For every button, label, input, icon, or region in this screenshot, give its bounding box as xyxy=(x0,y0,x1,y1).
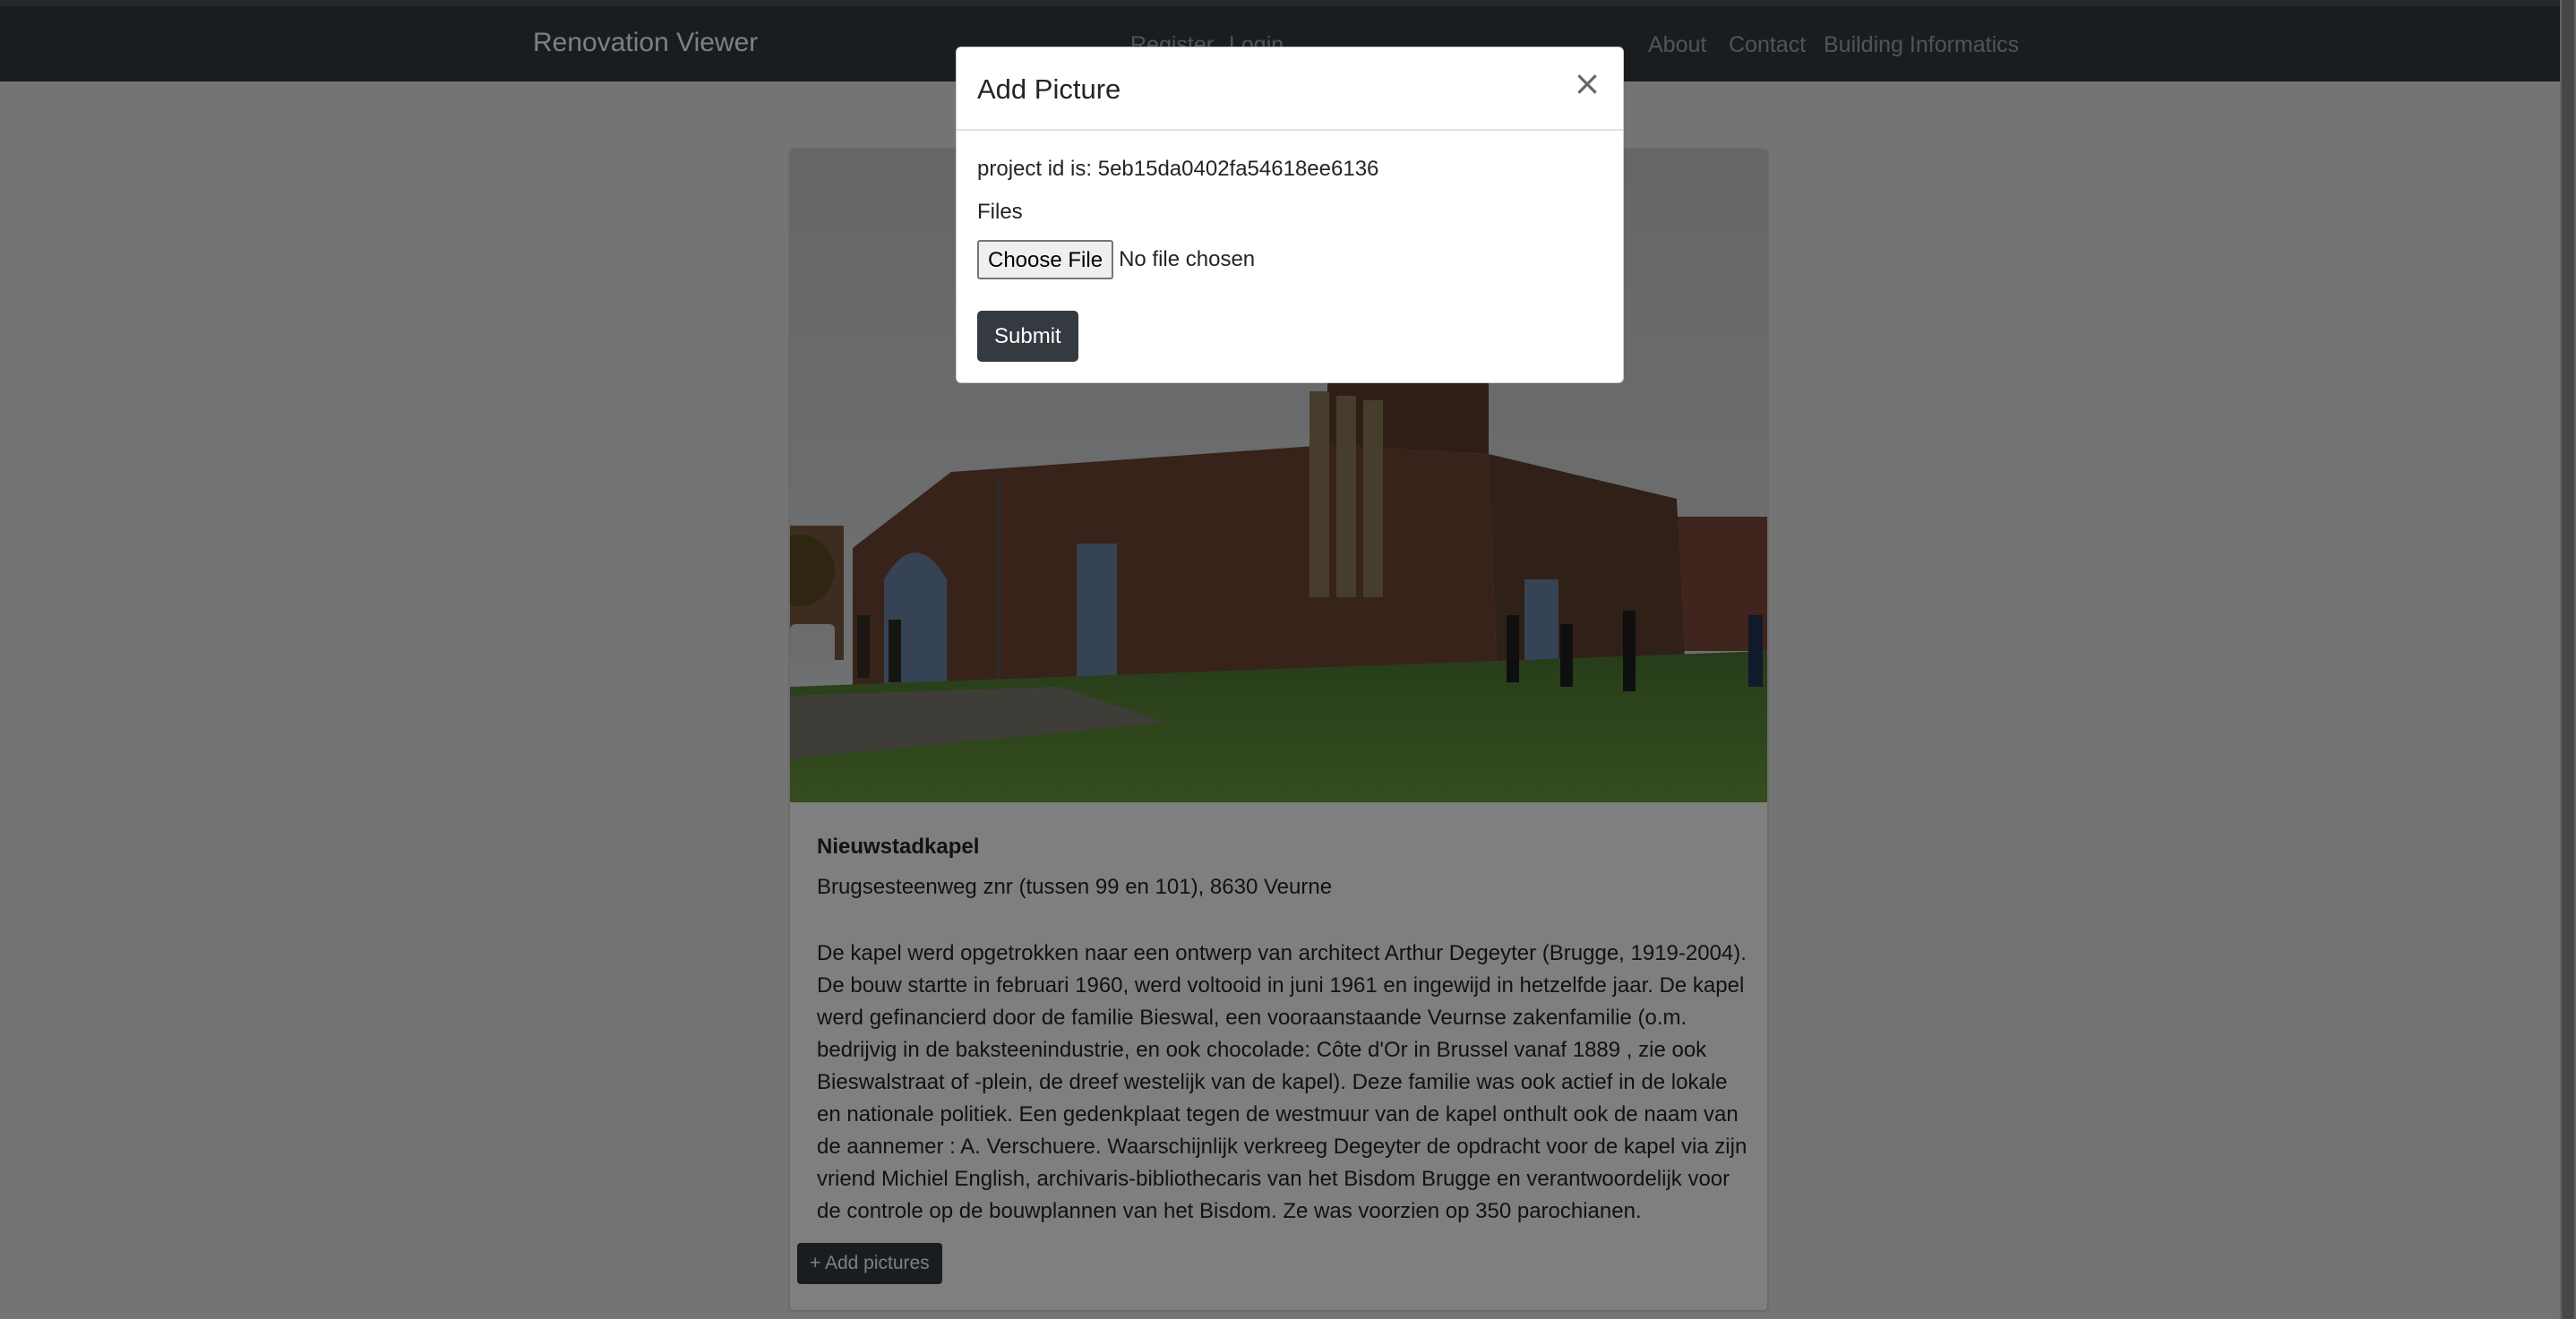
choose-file-button[interactable]: Choose File xyxy=(977,240,1114,279)
project-id-text: project id is: 5eb15da0402fa54618ee6136 xyxy=(977,157,1379,181)
files-label: Files xyxy=(977,200,1023,224)
add-picture-modal: Add Picture × project id is: 5eb15da0402… xyxy=(956,47,1624,383)
no-file-chosen-text: No file chosen xyxy=(1119,247,1256,271)
modal-header: Add Picture × xyxy=(957,47,1623,131)
file-input[interactable]: Choose File No file chosen xyxy=(977,239,1255,280)
submit-button[interactable]: Submit xyxy=(977,311,1078,362)
modal-title: Add Picture xyxy=(977,73,1121,105)
close-icon[interactable]: × xyxy=(1573,65,1601,101)
